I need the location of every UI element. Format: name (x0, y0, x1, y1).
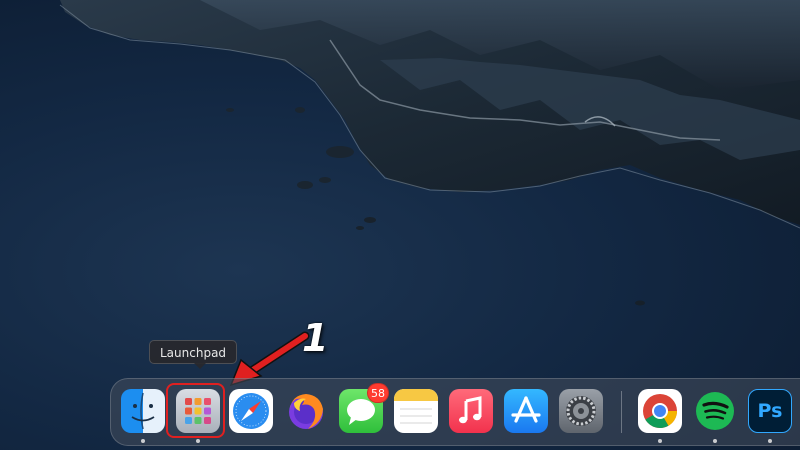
dock-item-finder[interactable] (121, 389, 165, 433)
running-indicator (768, 439, 772, 443)
desktop[interactable]: Launchpad 1 58 Ps (0, 0, 800, 450)
running-indicator (658, 439, 662, 443)
dock-item-notes[interactable] (394, 389, 438, 433)
gear-icon (566, 396, 596, 426)
dock-item-firefox[interactable] (284, 389, 328, 433)
photoshop-icon: Ps (757, 400, 783, 422)
tooltip-label: Launchpad (160, 346, 227, 360)
running-indicator (196, 439, 200, 443)
dock-item-photoshop[interactable]: Ps (748, 389, 792, 433)
chrome-icon (643, 394, 677, 428)
dock-item-app-store[interactable] (504, 389, 548, 433)
dock-item-safari[interactable] (229, 389, 273, 433)
dock-divider (621, 391, 622, 433)
app-store-icon (511, 396, 541, 423)
music-icon (459, 396, 482, 424)
safari-icon (233, 393, 269, 429)
spotify-icon (696, 392, 734, 430)
annotation-number: 1 (302, 316, 329, 360)
launchpad-highlight (166, 383, 225, 438)
firefox-icon (289, 394, 323, 429)
launchpad-tooltip: Launchpad (149, 340, 238, 369)
notes-icon (394, 389, 438, 424)
running-indicator (713, 439, 717, 443)
dock-item-music[interactable] (449, 389, 493, 433)
dock-item-messages[interactable]: 58 (339, 383, 389, 433)
dock-item-system-preferences[interactable] (559, 389, 603, 433)
notification-badge: 58 (367, 383, 389, 403)
finder-icon (131, 392, 155, 430)
running-indicator (141, 439, 145, 443)
dock-item-spotify[interactable] (693, 389, 737, 433)
dock-item-chrome[interactable] (638, 389, 682, 433)
